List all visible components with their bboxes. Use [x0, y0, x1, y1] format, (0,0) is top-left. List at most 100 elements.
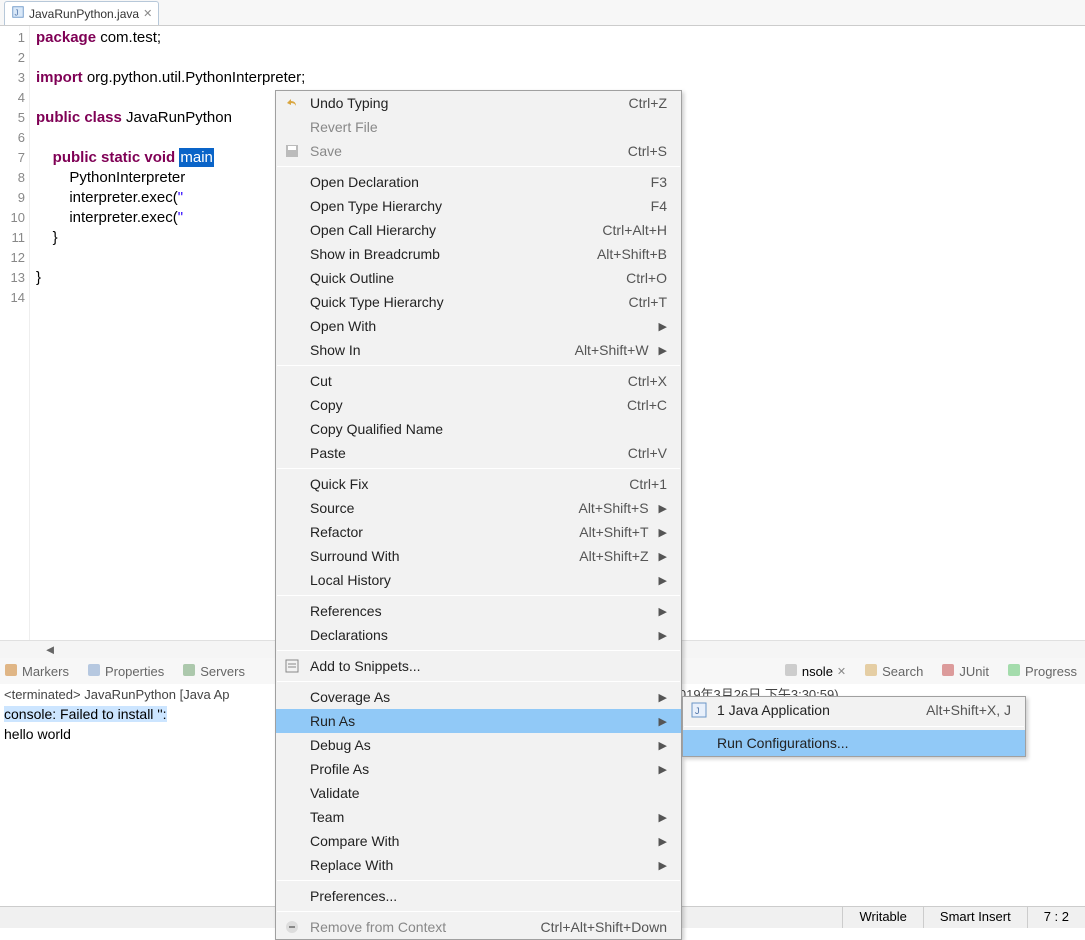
line-number: 1	[0, 28, 29, 48]
menu-label: Profile As	[310, 761, 369, 777]
line-number: 9	[0, 188, 29, 208]
menu-label: Undo Typing	[310, 95, 388, 111]
menu-item-debug-as[interactable]: Debug As▶	[276, 733, 681, 757]
code-line[interactable]	[30, 48, 1085, 68]
menu-item-undo-typing[interactable]: Undo TypingCtrl+Z	[276, 91, 681, 115]
menu-item-open-declaration[interactable]: Open Declaration F3	[276, 170, 681, 194]
menu-label: Revert File	[310, 119, 378, 135]
submenu-arrow-icon: ▶	[659, 502, 667, 515]
menu-label: Compare With	[310, 833, 399, 849]
panel-tab-nsole[interactable]: nsole ✕	[784, 663, 846, 680]
snippet-icon	[284, 658, 300, 674]
undo-icon	[284, 95, 300, 111]
menu-item-quick-type-hierarchy[interactable]: Quick Type HierarchyCtrl+T	[276, 290, 681, 314]
panel-tab-properties[interactable]: Properties	[87, 663, 164, 680]
menu-item-revert-file: Revert File	[276, 115, 681, 139]
menu-shortcut: Ctrl+V	[628, 445, 667, 461]
submenu-item-1-java-application[interactable]: J1 Java ApplicationAlt+Shift+X, J	[683, 697, 1025, 723]
menu-item-profile-as[interactable]: Profile As ▶	[276, 757, 681, 781]
menu-item-coverage-as[interactable]: Coverage As ▶	[276, 685, 681, 709]
submenu-arrow-icon: ▶	[659, 344, 667, 357]
menu-shortcut: Ctrl+S	[628, 143, 667, 159]
menu-item-paste[interactable]: PasteCtrl+V	[276, 441, 681, 465]
menu-label: 1 Java Application	[717, 702, 830, 718]
menu-item-team[interactable]: Team▶	[276, 805, 681, 829]
submenu-arrow-icon: ▶	[659, 526, 667, 539]
panel-tab-progress[interactable]: Progress	[1007, 663, 1077, 680]
menu-item-quick-outline[interactable]: Quick Outline Ctrl+O	[276, 266, 681, 290]
menu-label: Local History	[310, 572, 391, 588]
tab-filename: JavaRunPython.java	[29, 7, 139, 21]
menu-label: Open Declaration	[310, 174, 419, 190]
menu-item-cut[interactable]: CutCtrl+X	[276, 369, 681, 393]
line-number: 6	[0, 128, 29, 148]
menu-item-compare-with[interactable]: Compare With▶	[276, 829, 681, 853]
menu-label: Quick Fix	[310, 476, 368, 492]
menu-shortcut: F4	[651, 198, 667, 214]
menu-item-declarations[interactable]: Declarations▶	[276, 623, 681, 647]
menu-label: Declarations	[310, 627, 388, 643]
menu-label: Show in Breadcrumb	[310, 246, 440, 262]
menu-label: Quick Type Hierarchy	[310, 294, 444, 310]
menu-label: Show In	[310, 342, 361, 358]
menu-item-open-call-hierarchy[interactable]: Open Call HierarchyCtrl+Alt+H	[276, 218, 681, 242]
menu-shortcut: Ctrl+Alt+H	[602, 222, 667, 238]
run-as-submenu[interactable]: J1 Java ApplicationAlt+Shift+X, J Run Con…	[682, 696, 1026, 757]
menu-item-local-history[interactable]: Local History▶	[276, 568, 681, 592]
submenu-arrow-icon: ▶	[659, 605, 667, 618]
menu-item-run-as[interactable]: Run As▶	[276, 709, 681, 733]
remove-icon	[284, 919, 300, 935]
menu-item-refactor[interactable]: Refactor Alt+Shift+T ▶	[276, 520, 681, 544]
java-file-icon: J	[11, 5, 25, 22]
close-icon[interactable]: ✕	[837, 665, 846, 678]
menu-shortcut: Alt+Shift+W	[575, 342, 649, 358]
code-line[interactable]: import org.python.util.PythonInterpreter…	[30, 68, 1085, 88]
menu-label: Surround With	[310, 548, 399, 564]
menu-item-copy-qualified-name[interactable]: Copy Qualified Name	[276, 417, 681, 441]
scroll-left-icon[interactable]: ◄	[42, 642, 58, 658]
search-icon	[864, 663, 878, 680]
menu-item-validate[interactable]: Validate	[276, 781, 681, 805]
panel-tab-search[interactable]: Search	[864, 663, 923, 680]
menu-item-open-type-hierarchy[interactable]: Open Type Hierarchy F4	[276, 194, 681, 218]
menu-shortcut: Alt+Shift+T	[579, 524, 648, 540]
panel-tab-markers[interactable]: Markers	[4, 663, 69, 680]
menu-label: Refactor	[310, 524, 363, 540]
menu-item-show-in-breadcrumb[interactable]: Show in Breadcrumb Alt+Shift+B	[276, 242, 681, 266]
menu-item-show-in[interactable]: Show In Alt+Shift+W ▶	[276, 338, 681, 362]
panel-tab-servers[interactable]: Servers	[182, 663, 245, 680]
menu-item-open-with[interactable]: Open With▶	[276, 314, 681, 338]
submenu-arrow-icon: ▶	[659, 763, 667, 776]
editor-tab[interactable]: J JavaRunPython.java ✕	[4, 1, 159, 25]
close-icon[interactable]: ✕	[143, 7, 152, 20]
menu-label: Open Type Hierarchy	[310, 198, 442, 214]
line-number: 3	[0, 68, 29, 88]
submenu-arrow-icon: ▶	[659, 550, 667, 563]
editor-context-menu[interactable]: Undo TypingCtrl+Z Revert File Save Ctrl+S Op…	[275, 90, 682, 940]
menu-shortcut: Ctrl+X	[628, 373, 667, 389]
submenu-arrow-icon: ▶	[659, 739, 667, 752]
menu-label: Save	[310, 143, 342, 159]
servers-icon	[182, 663, 196, 680]
menu-item-quick-fix[interactable]: Quick FixCtrl+1	[276, 472, 681, 496]
code-line[interactable]: package com.test;	[30, 28, 1085, 48]
menu-shortcut: Alt+Shift+B	[597, 246, 667, 262]
line-number: 13	[0, 268, 29, 288]
menu-shortcut: Ctrl+Alt+Shift+Down	[541, 919, 667, 935]
menu-label: Coverage As	[310, 689, 390, 705]
menu-shortcut: Ctrl+O	[626, 270, 667, 286]
menu-item-add-to-snippets[interactable]: Add to Snippets...	[276, 654, 681, 678]
submenu-item-run-configurations[interactable]: Run Configurations...	[683, 730, 1025, 756]
menu-item-preferences[interactable]: Preferences...	[276, 884, 681, 908]
menu-shortcut: F3	[651, 174, 667, 190]
console-error-line: console: Failed to install '':	[4, 706, 167, 722]
menu-item-references[interactable]: References▶	[276, 599, 681, 623]
menu-item-surround-with[interactable]: Surround WithAlt+Shift+Z▶	[276, 544, 681, 568]
menu-label: Quick Outline	[310, 270, 394, 286]
menu-item-replace-with[interactable]: Replace With▶	[276, 853, 681, 877]
properties-icon	[87, 663, 101, 680]
menu-item-source[interactable]: SourceAlt+Shift+S▶	[276, 496, 681, 520]
panel-tab-junit[interactable]: JUnit	[941, 663, 989, 680]
menu-item-copy[interactable]: CopyCtrl+C	[276, 393, 681, 417]
submenu-arrow-icon: ▶	[659, 691, 667, 704]
